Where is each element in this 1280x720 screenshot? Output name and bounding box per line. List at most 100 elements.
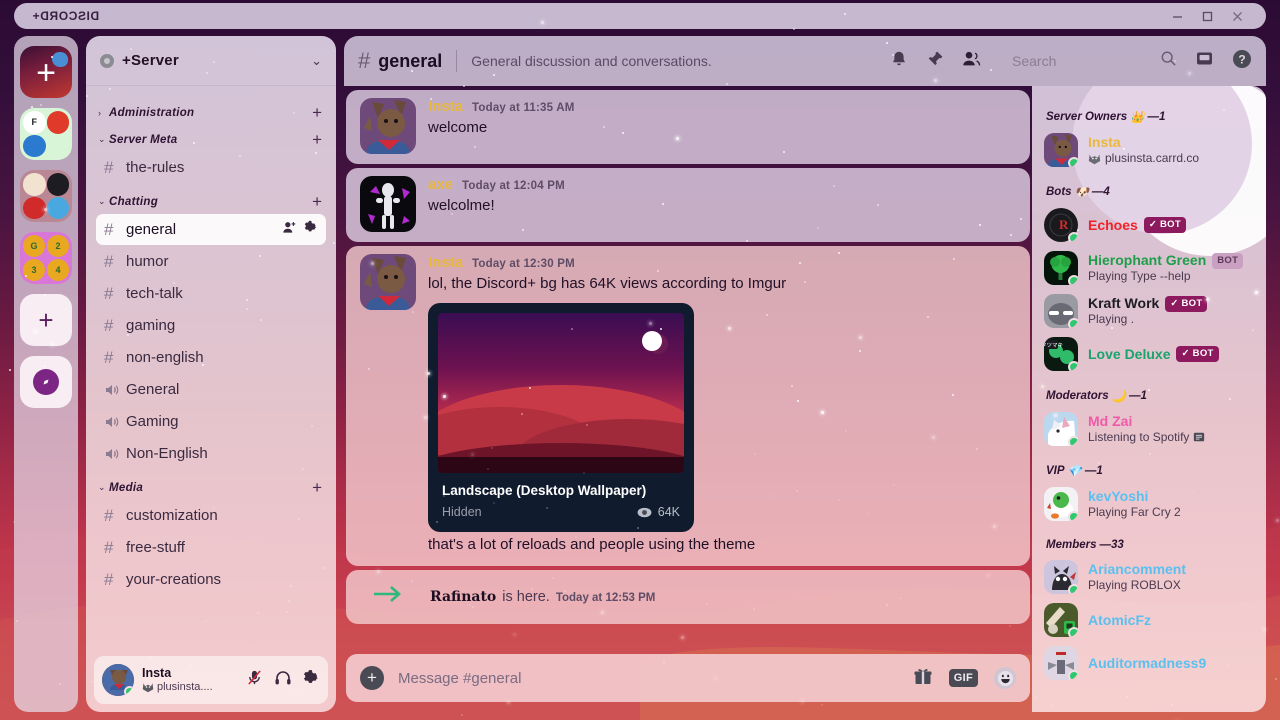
add-channel-icon[interactable]: + xyxy=(312,193,322,210)
channel-tech-talk[interactable]: # tech-talk xyxy=(96,278,326,309)
channel-humor[interactable]: # humor xyxy=(96,246,326,277)
member-item-ariancomment[interactable]: Ariancomment Playing ROBLOX xyxy=(1044,556,1266,598)
avatar[interactable] xyxy=(1044,603,1078,637)
channel-your-creations[interactable]: # your-creations xyxy=(96,564,326,595)
voice-channel-gaming[interactable]: Gaming xyxy=(96,406,326,437)
member-name: AtomicFz xyxy=(1088,611,1151,628)
member-item-auditormadness9[interactable]: Auditormadness9 xyxy=(1044,642,1266,684)
section-count: —1 xyxy=(1084,465,1103,477)
avatar[interactable] xyxy=(360,98,416,154)
add-channel-icon[interactable]: + xyxy=(312,479,322,496)
speaker-icon xyxy=(104,414,126,430)
current-user-status-text: plusinsta.... xyxy=(157,680,213,693)
avatar[interactable] xyxy=(1044,251,1078,285)
category-server-meta[interactable]: ⌄ Server Meta + xyxy=(98,131,326,148)
member-item-insta[interactable]: Insta plusinsta.carrd.co xyxy=(1044,129,1266,171)
channel-label: Non-English xyxy=(126,445,208,462)
avatar[interactable] xyxy=(360,176,416,232)
guild-friends-server[interactable] xyxy=(20,170,72,222)
gift-icon[interactable] xyxy=(913,666,933,691)
avatar[interactable] xyxy=(102,664,134,696)
message-composer[interactable]: + GIF xyxy=(346,654,1030,702)
embed-preview-image[interactable] xyxy=(438,313,684,474)
user-settings-gear-icon[interactable] xyxy=(303,669,320,691)
avatar[interactable]: R xyxy=(1044,208,1078,242)
invite-user-icon[interactable] xyxy=(282,220,297,240)
channel-title: general xyxy=(378,50,443,71)
gif-button[interactable]: GIF xyxy=(948,669,978,687)
member-name: kevYoshi xyxy=(1088,488,1149,505)
channel-customization[interactable]: # customization xyxy=(96,500,326,531)
message-input[interactable] xyxy=(398,669,913,687)
category-media[interactable]: ⌄ Media + xyxy=(98,479,326,496)
message-author[interactable]: Insta xyxy=(428,98,463,115)
voice-channel-non-english[interactable]: Non-English xyxy=(96,438,326,469)
current-user-panel[interactable]: Insta plusinsta.... xyxy=(94,656,328,704)
avatar[interactable]: タツマキ xyxy=(1044,337,1078,371)
member-item-kraft-work[interactable]: Kraft Work ✓ BOT Playing . xyxy=(1044,290,1266,332)
guild-coins-server[interactable]: G 2 3 4 xyxy=(20,232,72,284)
section-label: VIP xyxy=(1046,465,1065,477)
bot-badge: ✓ BOT xyxy=(1165,296,1208,312)
minimize-button[interactable] xyxy=(1162,4,1192,28)
channel-the-rules[interactable]: # the-rules xyxy=(96,152,326,183)
member-item-echoes[interactable]: R Echoes ✓ BOT xyxy=(1044,204,1266,246)
join-event-user[interactable]: Rafinato xyxy=(430,589,496,605)
close-button[interactable] xyxy=(1222,4,1252,28)
status-dot-online xyxy=(1068,627,1078,637)
member-item-md-zai[interactable]: Md Zai Listening to Spotify xyxy=(1044,408,1266,450)
image-embed-card[interactable]: Landscape (Desktop Wallpaper) Hidden 64K xyxy=(428,303,694,533)
search-icon[interactable] xyxy=(1160,50,1177,72)
explore-servers-button[interactable] xyxy=(20,356,72,408)
guild-mario-server[interactable]: F xyxy=(20,108,72,160)
member-list-toggle-icon[interactable] xyxy=(962,50,982,73)
avatar[interactable] xyxy=(1044,560,1078,594)
message-author[interactable]: axe xyxy=(428,176,453,193)
channel-label: the-rules xyxy=(126,159,185,176)
member-item-love-deluxe[interactable]: タツマキ Love Deluxe ✓ BOT xyxy=(1044,333,1266,375)
member-item-kevyoshi[interactable]: kevYoshi Playing Far Cry 2 xyxy=(1044,483,1266,525)
avatar[interactable] xyxy=(1044,294,1078,328)
server-header[interactable]: +Server ⌄ xyxy=(86,36,336,86)
channel-gaming[interactable]: # gaming xyxy=(96,310,326,341)
channel-non-english[interactable]: # non-english xyxy=(96,342,326,373)
member-item-atomicfz[interactable]: AtomicFz xyxy=(1044,599,1266,641)
category-chatting[interactable]: ⌄ Chatting + xyxy=(98,193,326,210)
member-item-hierophant-green[interactable]: Hierophant Green BOT Playing Type --help xyxy=(1044,247,1266,289)
chevron-right-icon: › xyxy=(98,107,101,118)
message-author[interactable]: Insta xyxy=(428,254,463,271)
upload-attachment-icon[interactable]: + xyxy=(360,666,384,690)
add-channel-icon[interactable]: + xyxy=(312,131,322,148)
channel-label: humor xyxy=(126,253,169,270)
inbox-icon[interactable] xyxy=(1195,49,1214,73)
avatar[interactable] xyxy=(360,254,416,310)
search-input[interactable] xyxy=(1012,53,1120,69)
add-server-button[interactable]: + xyxy=(20,294,72,346)
channel-settings-icon[interactable] xyxy=(304,220,318,239)
maximize-button[interactable] xyxy=(1192,4,1222,28)
help-icon[interactable]: ? xyxy=(1232,49,1252,74)
avatar[interactable] xyxy=(1044,646,1078,680)
message-scroll[interactable]: Insta Today at 11:35 AM welcome axe Toda… xyxy=(344,86,1032,645)
avatar[interactable] xyxy=(1044,412,1078,446)
headphones-icon[interactable] xyxy=(274,669,292,692)
channel-list[interactable]: › Administration + ⌄ Server Meta + # the… xyxy=(86,86,336,656)
guild-discord-plus-home[interactable]: + xyxy=(20,46,72,98)
avatar[interactable] xyxy=(1044,487,1078,521)
member-name: Echoes ✓ BOT xyxy=(1088,217,1186,234)
message-timestamp: Today at 11:35 AM xyxy=(472,102,575,114)
mute-microphone-icon[interactable] xyxy=(246,669,263,691)
category-administration[interactable]: › Administration + xyxy=(98,104,326,121)
pinned-messages-icon[interactable] xyxy=(926,50,944,73)
channel-label: customization xyxy=(126,507,218,524)
notifications-bell-icon[interactable] xyxy=(890,50,908,73)
member-list[interactable]: Server Owners 👑 —1 Insta plusinsta.carrd… xyxy=(1032,86,1266,712)
chat-area: # general General discussion and convers… xyxy=(344,36,1266,712)
voice-channel-general[interactable]: General xyxy=(96,374,326,405)
channel-general[interactable]: # general xyxy=(96,214,326,245)
emoji-picker-icon[interactable] xyxy=(994,667,1016,689)
member-name: Love Deluxe ✓ BOT xyxy=(1088,346,1219,363)
channel-free-stuff[interactable]: # free-stuff xyxy=(96,532,326,563)
avatar[interactable] xyxy=(1044,133,1078,167)
add-channel-icon[interactable]: + xyxy=(312,104,322,121)
